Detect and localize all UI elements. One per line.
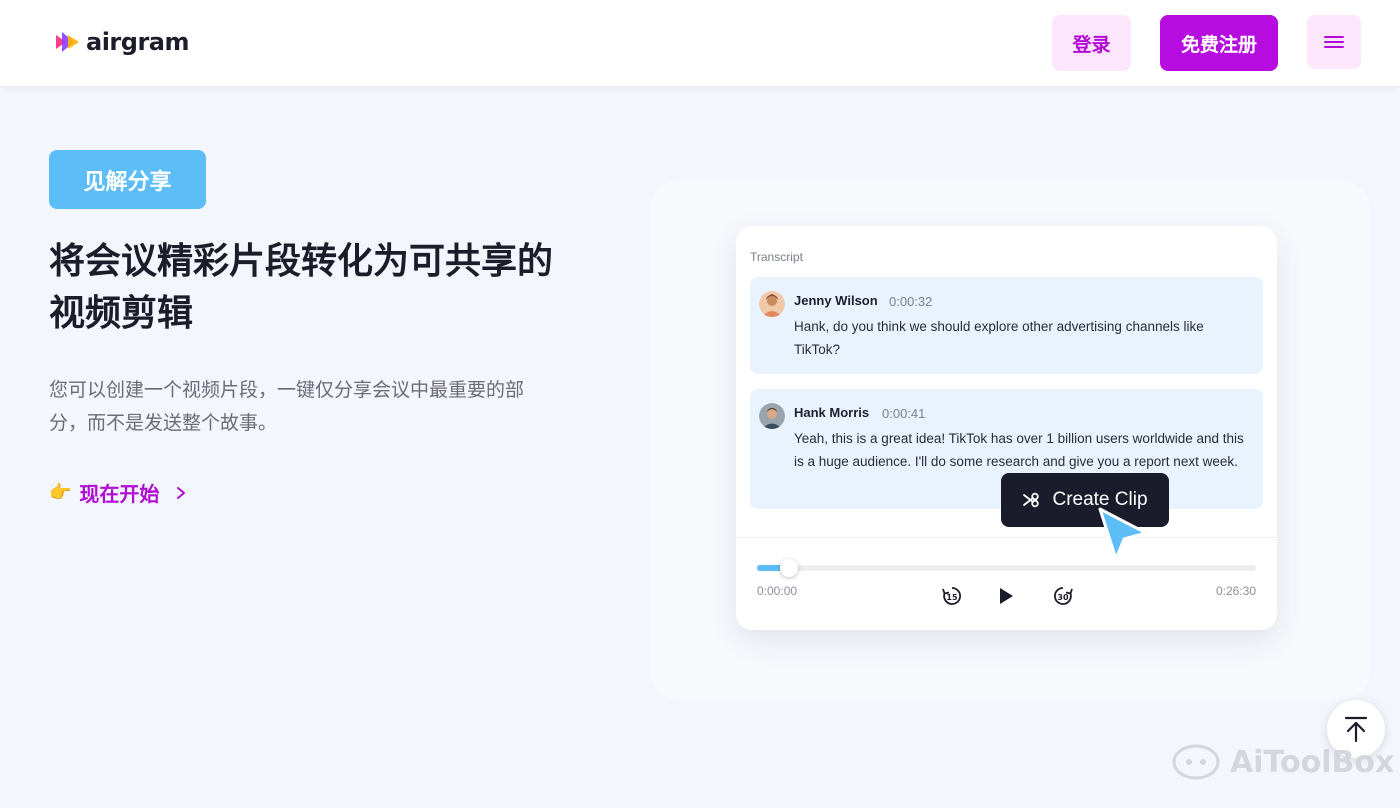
- current-time: 0:00:00: [757, 584, 798, 598]
- total-duration: 0:26:30: [1215, 584, 1256, 598]
- get-started-link[interactable]: 👉 现在开始: [49, 478, 187, 507]
- arrow-up-icon: [1344, 716, 1368, 743]
- forward-30-button[interactable]: 30: [1051, 584, 1075, 608]
- transcript-card: Transcript Jenny Wilson 0:00:32 Hank, do…: [736, 226, 1277, 630]
- playback-scrubber-handle[interactable]: [780, 559, 799, 577]
- airgram-logo-icon: [56, 32, 79, 52]
- play-icon: [1000, 588, 1013, 604]
- speaker-name: Jenny Wilson: [794, 293, 878, 308]
- login-button[interactable]: 登录: [1052, 15, 1131, 71]
- play-button[interactable]: [994, 584, 1018, 608]
- forward-30-icon: 30: [1054, 587, 1073, 605]
- rewind-15-icon: 15: [942, 587, 961, 605]
- hank-avatar-icon: [759, 403, 785, 429]
- cursor-pointer-icon: [1098, 507, 1148, 561]
- transcript-message: Jenny Wilson 0:00:32 Hank, do you think …: [750, 277, 1263, 374]
- section-badge: 见解分享: [49, 150, 206, 209]
- watermark-logo-icon: [1172, 744, 1220, 780]
- speaker-name: Hank Morris: [794, 405, 870, 420]
- logo-text: airgram: [86, 28, 189, 56]
- scissors-icon: [1023, 492, 1040, 508]
- chevron-right-icon: [177, 486, 186, 499]
- page-title: 将会议精彩片段转化为可共享的视频剪辑: [49, 241, 554, 334]
- playback-progress-bar[interactable]: [757, 559, 1256, 577]
- message-timestamp[interactable]: 0:00:32: [889, 294, 932, 309]
- svg-text:30: 30: [1057, 593, 1069, 602]
- hamburger-menu-icon: [1324, 36, 1344, 48]
- message-text: Hank, do you think we should explore oth…: [794, 319, 1204, 357]
- pointing-hand-icon: 👉: [49, 482, 72, 503]
- message-text: Yeah, this is a great idea! TikTok has o…: [794, 431, 1244, 469]
- divider: [736, 537, 1277, 538]
- signup-button[interactable]: 免费注册: [1160, 15, 1278, 71]
- hero-description: 您可以创建一个视频片段，一键仅分享会议中最重要的部分，而不是发送整个故事。: [49, 379, 525, 434]
- avatar: [759, 403, 785, 429]
- menu-button[interactable]: [1307, 15, 1361, 69]
- watermark-text: AiToolBox: [1230, 744, 1395, 780]
- get-started-label: 现在开始: [79, 482, 160, 506]
- jenny-avatar-icon: [759, 291, 785, 317]
- logo[interactable]: airgram: [54, 28, 189, 56]
- avatar: [759, 291, 785, 317]
- message-timestamp[interactable]: 0:00:41: [882, 406, 925, 421]
- rewind-15-button[interactable]: 15: [940, 584, 964, 608]
- svg-text:15: 15: [946, 593, 958, 602]
- site-header: airgram 登录 免费注册: [0, 0, 1400, 86]
- watermark: AiToolBox: [1172, 744, 1394, 780]
- transcript-label: Transcript: [750, 250, 803, 264]
